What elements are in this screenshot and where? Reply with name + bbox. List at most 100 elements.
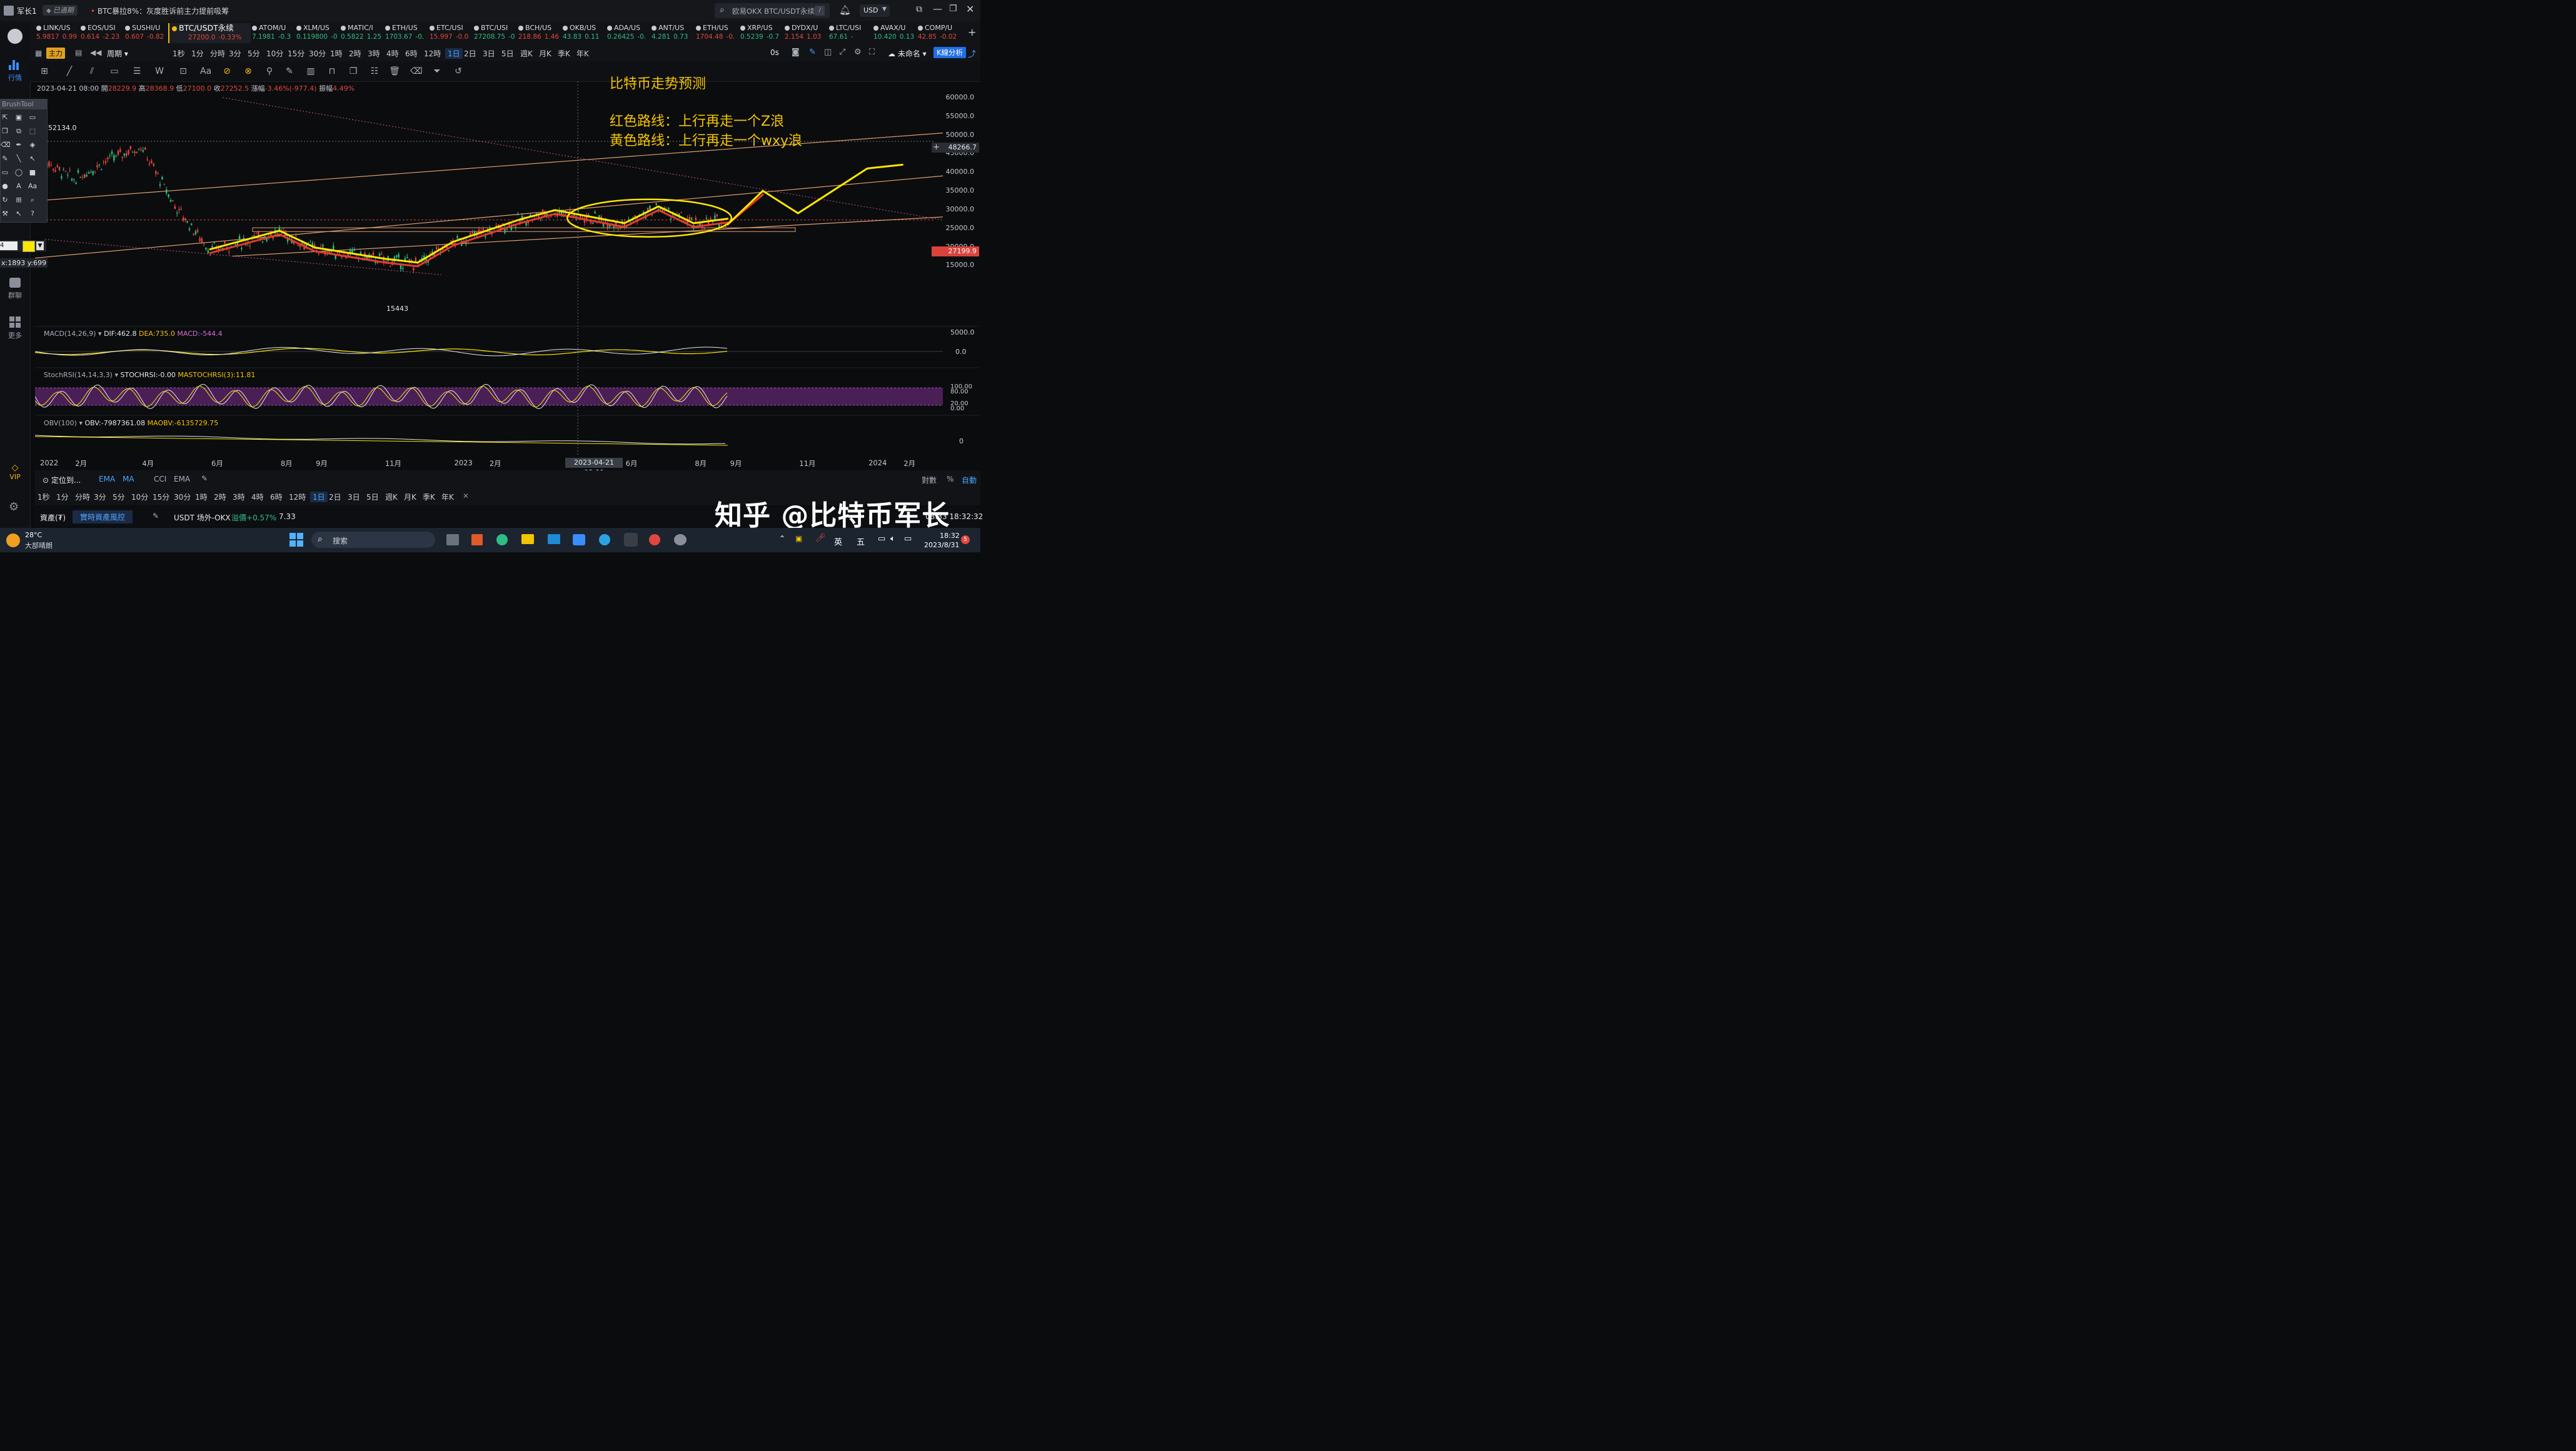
period-17[interactable]: 5日 bbox=[366, 492, 379, 502]
period-9[interactable]: 2時 bbox=[349, 48, 361, 59]
indicator-ma[interactable]: MA bbox=[123, 475, 134, 483]
chrome-icon[interactable] bbox=[649, 534, 660, 545]
period-14[interactable]: 1日 bbox=[310, 492, 328, 502]
pencil-tool-icon[interactable]: ✎ bbox=[284, 66, 295, 77]
ticker-tab[interactable]: LTC/USI 67.61- bbox=[827, 23, 871, 43]
user-name[interactable]: 军长1 bbox=[17, 6, 37, 16]
main-force-button[interactable]: 主力 bbox=[46, 48, 65, 59]
period-5[interactable]: 10分 bbox=[266, 48, 283, 59]
indicator-ema-2[interactable]: EMA bbox=[174, 475, 190, 483]
period-2[interactable]: 分時 bbox=[75, 492, 90, 502]
risk-control-tab[interactable]: 實時資產風控 bbox=[73, 510, 133, 523]
period-8[interactable]: 1時 bbox=[195, 492, 208, 502]
search-input[interactable]: ⌕ 欧易OKX BTC/USDT永续 / bbox=[715, 3, 830, 18]
pen-icon[interactable]: ✎ bbox=[153, 512, 159, 520]
ticker-tab[interactable]: MATIC/I 0.5822 1.25 bbox=[338, 23, 383, 43]
window-layout-icon[interactable]: ⧉ bbox=[916, 4, 922, 14]
trading-app-icon[interactable] bbox=[624, 533, 638, 547]
period-14[interactable]: 1日 bbox=[445, 48, 463, 59]
wave-tool-icon[interactable]: W bbox=[154, 66, 165, 77]
lock-tool-icon[interactable]: ⊓ bbox=[326, 66, 338, 77]
brush-tool-icon[interactable]: ⊘ bbox=[221, 66, 233, 77]
rewind-icon[interactable]: ◀◀ bbox=[90, 48, 101, 57]
period-6[interactable]: 15分 bbox=[153, 492, 169, 502]
chevron-down-icon[interactable]: ▼ bbox=[36, 241, 44, 250]
share-icon[interactable]: ⤴ bbox=[968, 48, 976, 59]
period-7[interactable]: 30分 bbox=[309, 48, 326, 59]
brush-fill-icon[interactable]: ◈ bbox=[28, 141, 37, 149]
bell-icon[interactable]: 🔔︎ bbox=[839, 4, 851, 16]
period-21[interactable]: 年K bbox=[441, 492, 454, 502]
meeting-icon[interactable] bbox=[573, 534, 585, 545]
period-10[interactable]: 3時 bbox=[233, 492, 245, 502]
assets-label[interactable]: 資產(₮) bbox=[40, 512, 66, 523]
brush-color-swatch[interactable] bbox=[23, 241, 35, 252]
period-15[interactable]: 2日 bbox=[464, 48, 476, 59]
ticker-tab[interactable]: SUSHI/U 0.607 -0.82 bbox=[123, 23, 167, 43]
layout-name[interactable]: ☁ 未命名 ▾ bbox=[888, 48, 927, 59]
brush-open-icon[interactable]: ⇱ bbox=[1, 113, 9, 122]
ticker-tab[interactable]: EOS/USI 0.614 -2.23 bbox=[78, 23, 123, 43]
brush-copy-icon[interactable]: ❐ bbox=[1, 127, 9, 136]
parallel-tool-icon[interactable]: ⫽ bbox=[86, 66, 98, 77]
period-6[interactable]: 15分 bbox=[288, 48, 304, 59]
ime-lang[interactable]: 英 bbox=[834, 535, 842, 547]
period-4[interactable]: 5分 bbox=[113, 492, 125, 502]
trash-icon[interactable]: 🗑︎ bbox=[389, 66, 400, 77]
copy-tool-icon[interactable]: ❐ bbox=[348, 66, 359, 77]
app-green-icon[interactable] bbox=[496, 534, 508, 545]
obv-legend[interactable]: OBV(100) ▾ OBV:-7987361.08 MAOBV:-613572… bbox=[44, 419, 218, 427]
eraser-tool-icon[interactable]: ⌫ bbox=[410, 66, 423, 77]
ticker-tab[interactable]: XLM/US 0.119800 -0 bbox=[294, 23, 338, 43]
brush-tool-panel[interactable]: BrushTool ⇱ ▣ ▭ ❐ ⧉ ⬚ ⌫ ✒ ◈ ✎ ╲ ↖ ▭ ◯ ■ … bbox=[0, 99, 48, 223]
auto-scale-toggle[interactable]: 自動 bbox=[962, 475, 977, 485]
fullscreen-icon[interactable]: ⛶ bbox=[869, 48, 875, 57]
ticker-tab[interactable]: ANT/US 4.281 0.73 bbox=[649, 23, 693, 43]
ticker-tab[interactable]: ATOM/U 7.1981 -0.3 bbox=[249, 23, 294, 43]
period-18[interactable]: 週K bbox=[385, 492, 398, 502]
undo-icon[interactable]: ↺ bbox=[453, 66, 464, 77]
period-7[interactable]: 30分 bbox=[174, 492, 191, 502]
measure-tool-icon[interactable]: ⊡ bbox=[178, 66, 189, 77]
period-10[interactable]: 3時 bbox=[368, 48, 380, 59]
ticker-tab[interactable]: ADA/US 0.26425 -0. bbox=[605, 23, 649, 43]
notification-badge[interactable]: 5 bbox=[961, 535, 970, 544]
period-12[interactable]: 6時 bbox=[405, 48, 418, 59]
note-tool-icon[interactable]: ☷ bbox=[369, 66, 380, 77]
windows-start-icon[interactable] bbox=[289, 533, 303, 547]
brush-filled-rect-icon[interactable]: ■ bbox=[28, 168, 37, 177]
macd-legend[interactable]: MACD(14,26,9) ▾ DIF:462.8 DEA:735.0 MACD… bbox=[44, 330, 223, 338]
k-analysis-button[interactable]: K線分析 bbox=[933, 47, 967, 58]
mail-icon[interactable] bbox=[548, 534, 560, 544]
ruler-tool-icon[interactable]: ⚲ bbox=[264, 66, 275, 77]
grid-view-icon[interactable]: ▦ bbox=[35, 49, 42, 58]
period-8[interactable]: 1時 bbox=[330, 48, 343, 59]
period-16[interactable]: 3日 bbox=[483, 48, 495, 59]
brush-ellipse-icon[interactable]: ◯ bbox=[14, 168, 23, 177]
calendar-icon[interactable]: ▤ bbox=[75, 48, 82, 57]
ticker-tab[interactable]: ETH/US 1704.48 -0. bbox=[693, 23, 738, 43]
ticker-tab[interactable]: BCH/US 218.86 1.46 bbox=[516, 23, 560, 43]
crosshair-tool-icon[interactable]: ⊞ bbox=[39, 66, 50, 77]
ticker-tab[interactable]: ETH/US 1703.67 -0. bbox=[383, 23, 427, 43]
brush-paste-icon[interactable]: ⧉ bbox=[14, 127, 23, 136]
folder-icon[interactable] bbox=[521, 534, 534, 544]
period-20[interactable]: 季K bbox=[423, 492, 435, 502]
add-alert-icon[interactable]: + bbox=[933, 143, 940, 151]
period-13[interactable]: 12時 bbox=[289, 492, 306, 502]
layers-icon[interactable]: ◫ bbox=[824, 48, 832, 57]
period-11[interactable]: 4時 bbox=[251, 492, 264, 502]
period-4[interactable]: 5分 bbox=[248, 48, 260, 59]
sidebar-item-more[interactable]: 更多 bbox=[6, 316, 24, 340]
task-view-icon[interactable] bbox=[446, 534, 459, 545]
brush-size-select[interactable]: 4 bbox=[0, 241, 18, 250]
log-scale-toggle[interactable]: 對數 bbox=[922, 475, 937, 485]
close-icon[interactable]: ✕ bbox=[966, 3, 974, 15]
brush-save-icon[interactable]: ▣ bbox=[14, 113, 23, 122]
tray-up-icon[interactable]: ⌃ bbox=[779, 534, 785, 543]
user-avatar-icon[interactable] bbox=[4, 6, 14, 16]
sidebar-item-vip[interactable]: ◇ VIP bbox=[6, 463, 24, 481]
filter-icon[interactable]: ⏷ bbox=[431, 66, 443, 77]
magnet-tool-icon[interactable]: ⊗ bbox=[243, 66, 254, 77]
maximize-icon[interactable]: ❐ bbox=[949, 4, 957, 14]
